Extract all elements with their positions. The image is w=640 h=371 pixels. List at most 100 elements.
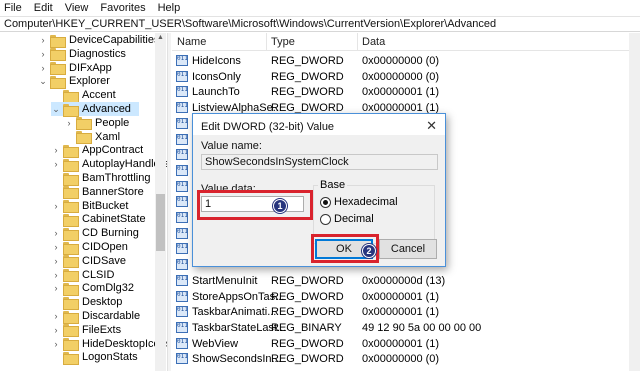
column-header-type[interactable]: Type — [271, 36, 295, 48]
folder-icon — [50, 34, 66, 48]
folder-icon — [63, 255, 79, 269]
decimal-radio[interactable] — [320, 214, 331, 225]
chevron-right-icon[interactable]: › — [51, 242, 61, 252]
tree-item[interactable]: › CIDSave — [51, 254, 126, 269]
tree-item-label: People — [95, 116, 130, 129]
chevron-down-icon[interactable]: ⌄ — [51, 104, 61, 115]
hexadecimal-radio[interactable] — [320, 197, 331, 208]
tree-item[interactable]: › CIDOpen — [51, 240, 128, 255]
tree-item[interactable]: › Diagnostics — [38, 47, 126, 62]
tree-item[interactable]: › DIFxApp — [38, 61, 112, 76]
folder-icon — [63, 324, 79, 338]
chevron-right-icon[interactable]: › — [51, 270, 61, 280]
value-data: 0x00000000 (0) — [362, 55, 440, 67]
dialog-title: Edit DWORD (32-bit) Value — [201, 121, 335, 133]
tree-item-label: BannerStore — [82, 185, 144, 198]
tree-item[interactable]: › CLSID — [51, 268, 114, 283]
folder-icon — [63, 200, 79, 214]
folder-icon — [76, 117, 92, 131]
table-row[interactable]: 0110 WebView REG_DWORD 0x00000001 (1) — [172, 336, 632, 352]
tree-item[interactable]: › ComDlg32 — [51, 281, 134, 296]
chevron-right-icon[interactable]: › — [38, 49, 48, 59]
menu-help[interactable]: Help — [158, 2, 181, 14]
tree-item[interactable]: Xaml — [64, 130, 121, 145]
value-data: 0x00000000 (0) — [362, 70, 440, 83]
base-legend: Base — [318, 179, 348, 191]
value-type: REG_DWORD — [271, 86, 344, 99]
table-row[interactable]: 0110 TaskbarAnimati...REG_DWORD 0x00000001… — [172, 304, 632, 320]
reg-dword-icon: 0110 — [176, 196, 188, 208]
chevron-right-icon[interactable]: › — [51, 201, 61, 211]
tree-item[interactable]: › AppContract — [51, 143, 144, 158]
column-divider[interactable] — [357, 33, 358, 51]
menu-edit[interactable]: Edit — [34, 2, 53, 14]
folder-icon — [63, 213, 79, 227]
table-row[interactable]: 0110 LaunchTo REG_DWORD 0x00000001 (1) — [172, 84, 632, 100]
menu-favorites[interactable]: Favorites — [100, 2, 145, 14]
close-icon[interactable]: ✕ — [426, 118, 437, 134]
chevron-right-icon[interactable]: › — [51, 256, 61, 266]
tree-item[interactable]: BamThrottling — [51, 171, 150, 186]
tree-item[interactable]: Desktop — [51, 295, 122, 310]
folder-icon — [63, 172, 79, 186]
tree-item-label: Xaml — [95, 130, 121, 143]
chevron-right-icon[interactable]: › — [51, 339, 61, 349]
chevron-right-icon[interactable]: › — [64, 118, 74, 128]
tree-item-label: AppContract — [82, 144, 144, 157]
tree-item[interactable]: LogonStats — [51, 350, 138, 365]
tree-item[interactable]: › People — [64, 116, 130, 131]
folder-icon — [63, 89, 79, 103]
tree-item[interactable]: ⌄ Advanced — [51, 102, 139, 117]
hexadecimal-label[interactable]: Hexadecimal — [334, 196, 398, 208]
menu-view[interactable]: View — [65, 2, 89, 14]
reg-dword-icon: 0110 — [176, 306, 188, 318]
tree-item[interactable]: › CD Burning — [51, 226, 139, 241]
menu-file[interactable]: File — [4, 2, 22, 14]
folder-icon — [63, 282, 79, 296]
tree-item[interactable]: › AutoplayHandlers — [51, 157, 167, 172]
chevron-right-icon[interactable]: › — [51, 228, 61, 238]
tree-item[interactable]: Accent — [51, 88, 116, 103]
tree-scroll-up-icon[interactable]: ▲ — [155, 33, 166, 43]
table-row[interactable]: 0110 StartMenuInit REG_DWORD 0x0000000d (13… — [172, 273, 632, 289]
value-name: StartMenuInit — [192, 274, 258, 287]
table-row[interactable]: 0110StoreAppsOnTas...REG_DWORD0x00000001… — [172, 289, 632, 305]
value-data: 0x0000000d (13) — [362, 274, 446, 287]
column-header-name[interactable]: Name — [177, 36, 206, 48]
address-bar[interactable]: Computer\HKEY_CURRENT_USER\Software\Micr… — [0, 16, 640, 32]
table-row[interactable]: 0110TaskbarStateLast...REG_BINARY49 12 9… — [172, 320, 632, 336]
table-row[interactable]: 0110 IconsOnly REG_DWORD 0x00000000 (0) — [172, 69, 632, 85]
table-row[interactable]: 0110 ShowSecondsIn...REG_DWORD 0x00000000 … — [172, 351, 632, 367]
decimal-label[interactable]: Decimal — [334, 213, 374, 225]
tree-scrollbar[interactable]: ▲ — [155, 33, 166, 371]
list-scrollbar[interactable] — [629, 33, 640, 371]
column-divider[interactable] — [266, 33, 267, 51]
tree-item[interactable]: › Discardable — [51, 309, 140, 324]
tree-scroll-thumb[interactable] — [156, 194, 165, 251]
reg-dword-icon: 0110 — [176, 212, 188, 223]
tree-item[interactable]: › FileExts — [51, 323, 121, 338]
tree-item[interactable]: › BitBucket — [51, 199, 128, 214]
chevron-right-icon[interactable]: › — [51, 145, 61, 155]
chevron-right-icon[interactable]: › — [51, 311, 61, 321]
reg-dword-icon: 0110 — [176, 337, 188, 349]
chevron-right-icon[interactable]: › — [51, 325, 61, 335]
chevron-right-icon[interactable]: › — [51, 159, 61, 169]
chevron-down-icon[interactable]: ⌄ — [38, 76, 48, 87]
tree-item[interactable]: ⌄ Explorer — [38, 74, 110, 89]
value-data: 0x00000001 (1) — [362, 86, 440, 99]
column-header-data[interactable]: Data — [362, 36, 385, 48]
tree-item[interactable]: BannerStore — [51, 185, 144, 200]
chevron-right-icon[interactable]: › — [38, 63, 48, 73]
pane-splitter[interactable] — [167, 33, 171, 371]
table-row[interactable]: 0110 HideIcons REG_DWORD 0x00000000 (0) — [172, 53, 632, 69]
cancel-button[interactable]: Cancel — [379, 239, 437, 259]
chevron-right-icon[interactable]: › — [38, 35, 48, 45]
value-data: 0x00000000 (0) — [362, 353, 440, 366]
reg-dword-icon: 0110 — [176, 55, 188, 66]
chevron-right-icon[interactable]: › — [51, 283, 61, 293]
tree-item[interactable]: › HideDesktopIcons — [51, 337, 167, 352]
list-header: Name Type Data — [172, 33, 640, 51]
tree-item[interactable]: › DeviceCapabilities — [38, 33, 160, 48]
tree-item[interactable]: CabinetState — [51, 212, 146, 227]
